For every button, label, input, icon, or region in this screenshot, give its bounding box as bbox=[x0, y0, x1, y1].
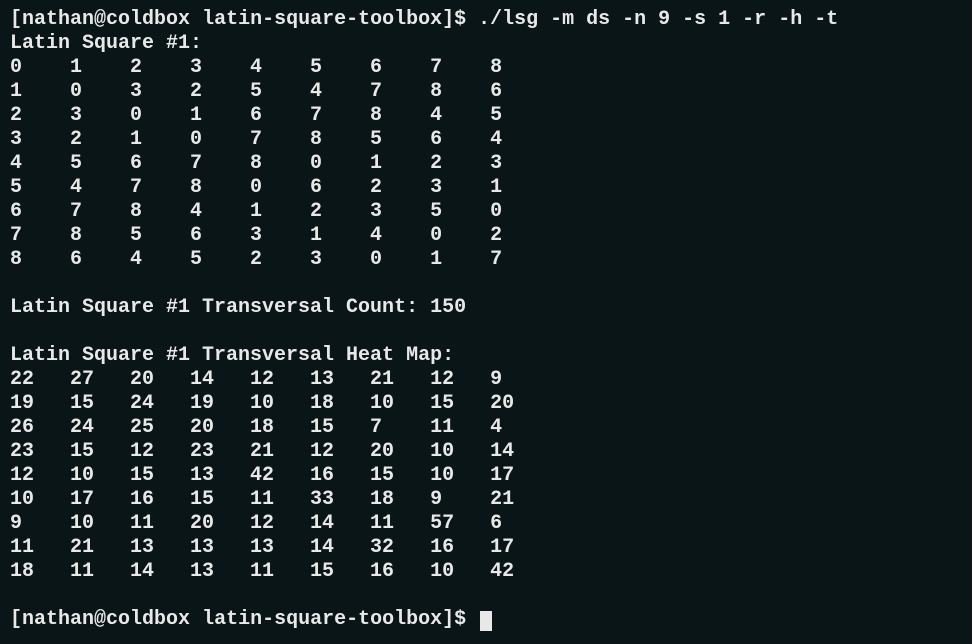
square-row: 2 3 0 1 6 7 8 4 5 bbox=[10, 104, 962, 128]
heatmap-row: 22 27 20 14 12 13 21 12 9 bbox=[10, 368, 962, 392]
latin-square-grid: 0 1 2 3 4 5 6 7 81 0 3 2 5 4 7 8 62 3 0 … bbox=[10, 56, 962, 272]
square-row: 8 6 4 5 2 3 0 1 7 bbox=[10, 248, 962, 272]
heatmap-grid: 22 27 20 14 12 13 21 12 919 15 24 19 10 … bbox=[10, 368, 962, 584]
prompt-host: coldbox bbox=[106, 8, 190, 31]
heatmap-row: 12 10 15 13 42 16 15 10 17 bbox=[10, 464, 962, 488]
transversal-count-label: Latin Square #1 Transversal Count: bbox=[10, 296, 418, 319]
blank-line bbox=[10, 584, 962, 608]
command-text: ./lsg -m ds -n 9 -s 1 -r -h -t bbox=[478, 8, 838, 31]
square-row: 6 7 8 4 1 2 3 5 0 bbox=[10, 200, 962, 224]
heatmap-row: 18 11 14 13 11 15 16 10 42 bbox=[10, 560, 962, 584]
transversal-count-value: 150 bbox=[430, 296, 466, 319]
heatmap-row: 19 15 24 19 10 18 10 15 20 bbox=[10, 392, 962, 416]
cursor-block bbox=[480, 611, 492, 631]
square-row: 5 4 7 8 0 6 2 3 1 bbox=[10, 176, 962, 200]
heatmap-row: 26 24 25 20 18 15 7 11 4 bbox=[10, 416, 962, 440]
transversal-count-line: Latin Square #1 Transversal Count: 150 bbox=[10, 296, 962, 320]
heatmap-row: 10 17 16 15 11 33 18 9 21 bbox=[10, 488, 962, 512]
prompt-cwd: latin-square-toolbox bbox=[202, 8, 442, 31]
heatmap-header: Latin Square #1 Transversal Heat Map: bbox=[10, 344, 962, 368]
prompt-cwd: latin-square-toolbox bbox=[202, 608, 442, 631]
square-row: 7 8 5 6 3 1 4 0 2 bbox=[10, 224, 962, 248]
heatmap-row: 23 15 12 23 21 12 20 10 14 bbox=[10, 440, 962, 464]
heatmap-row: 9 10 11 20 12 14 11 57 6 bbox=[10, 512, 962, 536]
prompt-user: nathan bbox=[22, 608, 94, 631]
blank-line bbox=[10, 320, 962, 344]
heatmap-row: 11 21 13 13 13 14 32 16 17 bbox=[10, 536, 962, 560]
square-row: 0 1 2 3 4 5 6 7 8 bbox=[10, 56, 962, 80]
prompt-line-1: [nathan@coldbox latin-square-toolbox]$ .… bbox=[10, 8, 962, 32]
prompt-user: nathan bbox=[22, 8, 94, 31]
square-row: 4 5 6 7 8 0 1 2 3 bbox=[10, 152, 962, 176]
blank-line bbox=[10, 272, 962, 296]
prompt-line-2[interactable]: [nathan@coldbox latin-square-toolbox]$ bbox=[10, 608, 962, 632]
square-header: Latin Square #1: bbox=[10, 32, 962, 56]
square-row: 3 2 1 0 7 8 5 6 4 bbox=[10, 128, 962, 152]
prompt-host: coldbox bbox=[106, 608, 190, 631]
square-row: 1 0 3 2 5 4 7 8 6 bbox=[10, 80, 962, 104]
